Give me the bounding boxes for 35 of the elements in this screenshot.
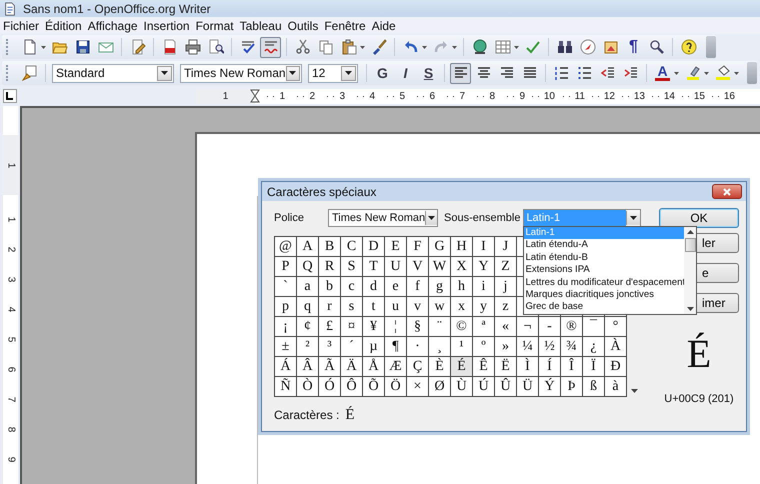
- ruler-number: 6: [429, 90, 435, 102]
- ruler-number: 13: [634, 90, 645, 102]
- ruler-number: 9: [5, 456, 16, 462]
- ruler-number: 5: [399, 90, 405, 102]
- ruler-number: 4: [369, 90, 375, 102]
- unicode-value: U+00C9 (201): [663, 393, 735, 405]
- ruler-number: 2: [5, 246, 16, 252]
- ruler-number: 7: [459, 90, 465, 102]
- ruler-number: 1: [222, 90, 228, 102]
- ruler-number: 3: [5, 276, 16, 282]
- ruler-number: 1: [5, 216, 16, 222]
- ruler-number: 7: [5, 396, 16, 402]
- ruler-number: 16: [724, 90, 735, 102]
- dialog-title: Caractères spéciaux: [267, 184, 376, 198]
- ruler-number: 15: [694, 90, 705, 102]
- ruler-number: 8: [489, 90, 495, 102]
- ruler-number: 2: [309, 90, 315, 102]
- ruler-number: 1: [5, 162, 16, 168]
- ruler-number: 1: [279, 90, 285, 102]
- ruler-number: 4: [5, 306, 16, 312]
- subset-label: Sous-ensemble: [444, 212, 520, 224]
- ruler-number: 11: [574, 90, 585, 102]
- ruler-number: 3: [339, 90, 345, 102]
- ruler-number: 14: [664, 90, 675, 102]
- ruler-number: 10: [544, 90, 555, 102]
- characters-label: Caractères :: [274, 408, 340, 422]
- font-label: Police: [274, 212, 305, 224]
- window-title: Sans nom1 - OpenOffice.org Writer: [23, 2, 211, 16]
- ruler-number: 6: [5, 366, 16, 372]
- ruler-number: 12: [604, 90, 615, 102]
- ruler-number: 9: [519, 90, 525, 102]
- ruler-number: 5: [5, 336, 16, 342]
- characters-value: É: [345, 407, 355, 424]
- character-preview: É: [686, 331, 712, 377]
- ruler-number: 8: [5, 426, 16, 432]
